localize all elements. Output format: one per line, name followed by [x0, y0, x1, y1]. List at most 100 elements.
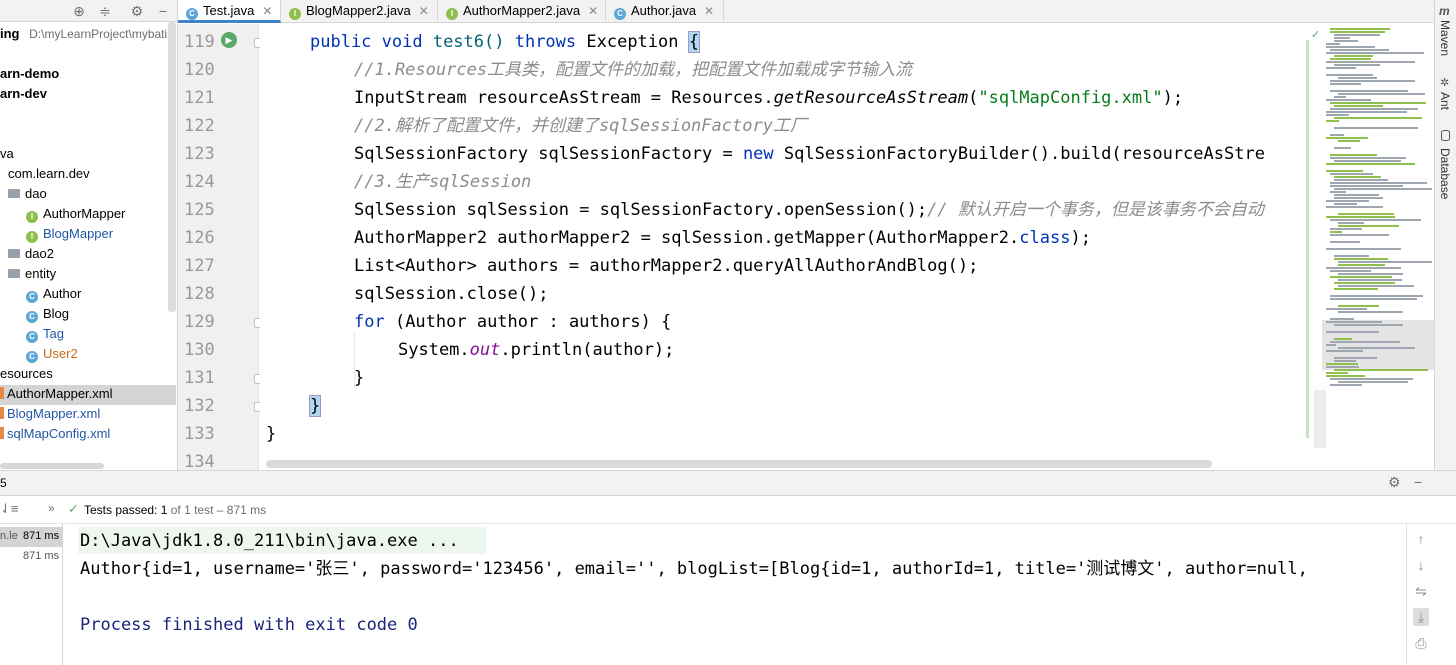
up-arrow-icon[interactable]: ↑: [1413, 530, 1429, 548]
tree-item-folder[interactable]: va: [0, 144, 14, 164]
collapse-icon[interactable]: ≑: [96, 2, 114, 20]
minimap-line: [1338, 285, 1414, 287]
tree-item-xml[interactable]: AuthorMapper.xml: [0, 384, 113, 404]
close-icon[interactable]: ✕: [262, 4, 272, 18]
minimap-line: [1330, 241, 1360, 243]
interface-icon: I: [26, 211, 38, 223]
project-hscrollbar[interactable]: [0, 463, 104, 469]
right-tool-bar: m Maven ✲ Ant Database: [1434, 0, 1456, 470]
minimap-line: [1330, 318, 1354, 320]
close-icon[interactable]: ✕: [704, 4, 714, 18]
project-path[interactable]: ing D:\myLearnProject\mybati: [0, 24, 167, 44]
tab-test-java[interactable]: C Test.java ✕: [178, 0, 281, 23]
minimap-line: [1334, 34, 1380, 36]
class-icon: C: [614, 8, 626, 20]
minimap-line: [1326, 248, 1401, 250]
tree-item-class[interactable]: C Tag: [26, 324, 64, 344]
test-item-label[interactable]: n.le: [0, 530, 18, 542]
tree-item-xml[interactable]: sqlMapConfig.xml: [0, 424, 110, 444]
tree-item-folder[interactable]: esources: [0, 364, 53, 384]
minimap-line: [1326, 137, 1368, 139]
ant-tool-button[interactable]: Ant: [1438, 92, 1452, 110]
tree-item-interface[interactable]: I BlogMapper: [26, 224, 113, 244]
tree-item-module[interactable]: arn-demo: [0, 64, 59, 84]
tests-passed-label: Tests passed:: [84, 503, 158, 517]
line-number: 133: [184, 424, 215, 444]
keyword: public void: [310, 32, 433, 52]
minimap-line: [1326, 52, 1424, 54]
run-test-icon[interactable]: ▶: [221, 32, 237, 48]
tree-item-package[interactable]: com.learn.dev: [8, 164, 90, 184]
minimap-line: [1326, 61, 1415, 63]
tree-item-interface[interactable]: I AuthorMapper: [26, 204, 125, 224]
tree-item-module[interactable]: arn-dev: [0, 84, 47, 104]
tree-item-xml[interactable]: BlogMapper.xml: [0, 404, 100, 424]
project-panel-header: ⊕ ≑ ⚙ −: [0, 0, 177, 22]
expand-icon[interactable]: »: [48, 501, 55, 515]
static-method: getResourceAsStream: [773, 88, 969, 108]
tree-item-label: Tag: [43, 326, 64, 341]
hide-icon[interactable]: −: [154, 2, 172, 20]
code-editor[interactable]: public void test6() throws Exception { /…: [260, 24, 1308, 470]
minimap-line: [1326, 344, 1336, 346]
console-toolbar: ↑ ↓ ⇋ ⤓ ⎙: [1406, 524, 1434, 665]
minimap-line: [1326, 375, 1365, 377]
maven-tool-button[interactable]: Maven: [1438, 20, 1452, 56]
tab-blogmapper2-java[interactable]: I BlogMapper2.java ✕: [281, 0, 438, 23]
minimap-line: [1326, 363, 1358, 365]
line-number: 122: [184, 116, 215, 136]
minimap-line: [1330, 298, 1417, 300]
minimap-line: [1334, 282, 1395, 284]
tree-item-class[interactable]: C Blog: [26, 304, 69, 324]
editor-hscrollbar[interactable]: [266, 460, 1212, 468]
code-text: System.: [398, 340, 470, 360]
project-scrollbar[interactable]: [168, 22, 176, 312]
print-icon[interactable]: ⎙: [1413, 634, 1429, 652]
change-marker-strip: [1306, 40, 1309, 438]
gear-icon[interactable]: ⚙: [1388, 474, 1401, 491]
tab-authormapper2-java[interactable]: I AuthorMapper2.java ✕: [438, 0, 606, 23]
tab-author-java[interactable]: C Author.java ✕: [606, 0, 724, 23]
close-icon[interactable]: ✕: [588, 4, 598, 18]
down-arrow-icon[interactable]: ↓: [1413, 556, 1429, 574]
minimap-line: [1330, 341, 1400, 343]
minimap-line: [1338, 77, 1377, 79]
keyword: new: [742, 144, 784, 164]
tree-item-package[interactable]: entity: [8, 264, 56, 284]
minimap-line: [1334, 360, 1356, 362]
locate-icon[interactable]: ⊕: [70, 2, 88, 20]
run-tab-label[interactable]: 5: [0, 476, 7, 490]
minimap-line: [1326, 308, 1367, 310]
soft-wrap-icon[interactable]: ⇋: [1413, 582, 1429, 600]
tree-item-class[interactable]: C User2: [26, 344, 78, 364]
gear-icon[interactable]: ⚙: [128, 2, 146, 20]
sort-icon[interactable]: ⇃≡: [0, 501, 18, 517]
minimap-line: [1326, 120, 1339, 122]
method-name: test6(): [432, 32, 515, 52]
code-text: );: [1162, 88, 1184, 108]
minimap-line: [1334, 40, 1358, 42]
scroll-to-end-icon[interactable]: ⤓: [1413, 608, 1429, 626]
test-item-time: 871 ms: [23, 530, 60, 542]
minimap-line: [1330, 154, 1377, 156]
hide-icon[interactable]: −: [1414, 474, 1422, 490]
tree-item-package[interactable]: dao2: [8, 244, 54, 264]
minimap-line: [1338, 225, 1399, 227]
minimap-line: [1326, 216, 1395, 218]
editor-tabs: C Test.java ✕ I BlogMapper2.java ✕ I AuthorMa…: [178, 0, 1434, 23]
line-number: 124: [184, 172, 215, 192]
tab-label: Author.java: [631, 3, 697, 18]
tree-item-label: AuthorMapper.xml: [7, 386, 113, 401]
database-tool-button[interactable]: Database: [1438, 148, 1452, 199]
minimap-line: [1338, 305, 1379, 307]
close-icon[interactable]: ✕: [419, 4, 429, 18]
minimap-line: [1334, 96, 1346, 98]
console-output[interactable]: D:\Java\jdk1.8.0_211\bin\java.exe ... Au…: [64, 524, 1406, 665]
minimap-line: [1330, 173, 1373, 175]
minimap-line: [1334, 179, 1388, 181]
tests-passed-detail: of 1 test – 871 ms: [170, 503, 267, 517]
line-number: 126: [184, 228, 215, 248]
tree-item-class[interactable]: C Author: [26, 284, 81, 304]
tree-item-package[interactable]: dao: [8, 184, 47, 204]
inspection-ok-icon[interactable]: ✓: [1311, 28, 1320, 41]
